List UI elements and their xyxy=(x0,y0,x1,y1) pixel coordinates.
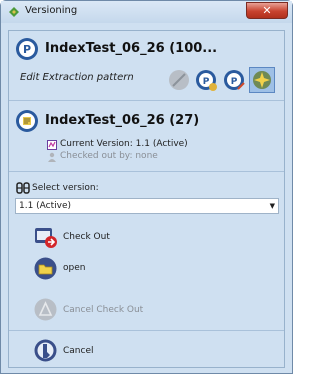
separator xyxy=(9,100,284,101)
cancel-check-out-label: Cancel Check Out xyxy=(63,305,144,315)
client-area: P IndexTest_06_26 (100... Edit Extractio… xyxy=(8,30,285,368)
versioning-app-icon xyxy=(9,7,19,17)
disabled-tool-icon xyxy=(169,70,189,90)
open-icon xyxy=(34,257,57,280)
version-icon xyxy=(47,140,57,150)
cancel-label: Cancel xyxy=(63,346,94,356)
header-subtitle: Edit Extraction pattern xyxy=(20,72,134,83)
check-out-icon xyxy=(35,228,57,248)
svg-text:P: P xyxy=(203,77,210,87)
cancel-button[interactable]: Cancel xyxy=(29,338,149,366)
extraction-pattern-icon: P xyxy=(16,38,38,60)
toolbar-pattern-a-button[interactable]: P xyxy=(193,67,219,93)
document-icon xyxy=(16,110,38,132)
version-dropdown[interactable]: 1.1 (Active) ▼ xyxy=(15,198,279,214)
toolbar-disabled-button[interactable] xyxy=(166,67,192,93)
checkout-user-icon xyxy=(48,152,56,162)
version-dropdown-value: 1.1 (Active) xyxy=(19,201,72,211)
current-version-text: Current Version: 1.1 (Active) xyxy=(60,139,188,149)
separator xyxy=(9,171,284,172)
pattern-b-icon: P xyxy=(224,70,245,90)
toolbar-pattern-b-button[interactable]: P xyxy=(221,67,247,93)
cancel-icon xyxy=(34,339,57,362)
pattern-a-icon: P xyxy=(196,70,217,91)
cancel-check-out-icon xyxy=(34,298,57,321)
header-title: IndexTest_06_26 (100... xyxy=(45,41,218,56)
svg-text:P: P xyxy=(231,77,238,87)
checked-out-by-text: Checked out by: none xyxy=(60,151,158,161)
separator xyxy=(9,330,284,331)
toolbar-pattern-selected-button[interactable] xyxy=(249,67,275,93)
window-title: Versioning xyxy=(25,5,78,16)
version-number-icon xyxy=(16,182,30,194)
pattern-selected-icon xyxy=(253,71,271,89)
close-button[interactable]: ✕ xyxy=(246,2,288,19)
open-button[interactable]: open xyxy=(29,255,149,283)
check-out-label: Check Out xyxy=(63,232,110,242)
open-label: open xyxy=(63,263,86,273)
cancel-check-out-button[interactable]: Cancel Check Out xyxy=(29,296,169,324)
select-version-label: Select version: xyxy=(32,183,99,193)
chevron-down-icon: ▼ xyxy=(269,202,275,210)
title-bar: Versioning ✕ xyxy=(1,1,292,23)
check-out-button[interactable]: Check Out xyxy=(29,224,149,252)
versioning-window: Versioning ✕ P IndexTest_06_26 (100... E… xyxy=(0,0,293,374)
svg-text:P: P xyxy=(23,43,31,56)
document-title: IndexTest_06_26 (27) xyxy=(45,113,200,128)
